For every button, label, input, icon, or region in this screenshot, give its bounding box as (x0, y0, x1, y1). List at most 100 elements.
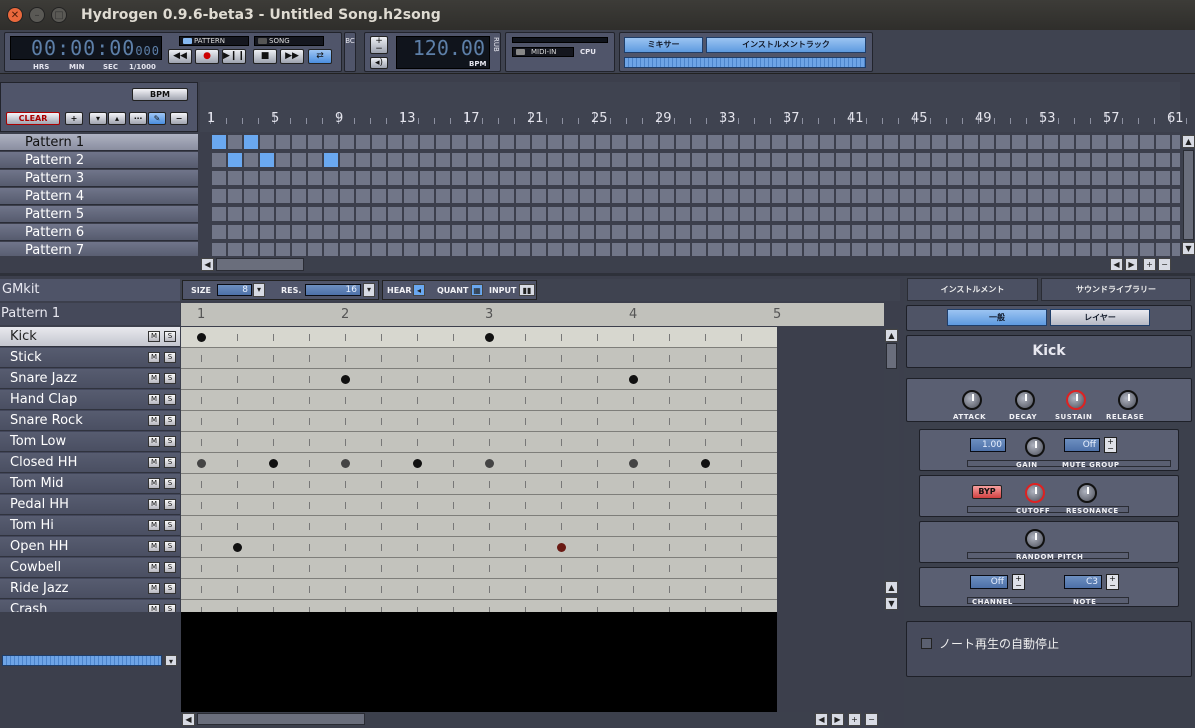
song-cell[interactable] (740, 171, 754, 185)
song-cell[interactable] (516, 207, 530, 221)
song-cell[interactable] (324, 171, 338, 185)
pattern-vscroll-thumb[interactable] (886, 343, 897, 369)
solo-button[interactable]: S (164, 436, 176, 447)
solo-button[interactable]: S (164, 478, 176, 489)
song-cell[interactable] (452, 135, 466, 149)
song-cell[interactable] (772, 207, 786, 221)
song-cell[interactable] (292, 171, 306, 185)
song-cell[interactable] (756, 189, 770, 203)
instrument-row[interactable]: Crash M S (0, 600, 180, 612)
note-property-dropdown-button[interactable]: ▾ (165, 655, 177, 666)
song-cell[interactable] (980, 153, 994, 167)
song-cell[interactable] (228, 153, 242, 167)
song-cell[interactable] (340, 189, 354, 203)
song-cell[interactable] (964, 207, 978, 221)
song-cell[interactable] (804, 153, 818, 167)
song-cell[interactable] (1108, 135, 1122, 149)
song-cell[interactable] (228, 135, 242, 149)
quant-toggle[interactable]: ▦ (471, 284, 483, 296)
song-cell[interactable] (1172, 207, 1180, 221)
song-cell[interactable] (516, 189, 530, 203)
song-cell[interactable] (1140, 135, 1154, 149)
song-zoom-in-button[interactable]: + (1143, 258, 1156, 271)
song-cell[interactable] (852, 153, 866, 167)
song-cell[interactable] (532, 189, 546, 203)
song-cell[interactable] (500, 243, 514, 256)
song-cell[interactable] (292, 225, 306, 239)
song-cell[interactable] (324, 135, 338, 149)
solo-button[interactable]: S (164, 562, 176, 573)
song-cell[interactable] (212, 225, 226, 239)
song-cell[interactable] (932, 207, 946, 221)
song-cell[interactable] (228, 243, 242, 256)
pattern-scroll-left-button[interactable]: ◀ (182, 713, 195, 726)
note-hit[interactable] (485, 459, 494, 468)
song-cell[interactable] (500, 135, 514, 149)
song-cell[interactable] (1060, 135, 1074, 149)
song-cell[interactable] (852, 225, 866, 239)
song-cell[interactable] (660, 153, 674, 167)
song-cell[interactable] (740, 225, 754, 239)
song-cell[interactable] (788, 243, 802, 256)
song-cell[interactable] (596, 189, 610, 203)
song-cell[interactable] (1124, 243, 1138, 256)
song-cell[interactable] (484, 225, 498, 239)
song-cell[interactable] (340, 153, 354, 167)
song-cell[interactable] (436, 135, 450, 149)
song-cell[interactable] (596, 135, 610, 149)
pattern-list-item[interactable]: Pattern 5 (0, 206, 198, 223)
instrument-row[interactable]: Snare Jazz M S (0, 369, 180, 389)
solo-button[interactable]: S (164, 499, 176, 510)
instrument-row[interactable]: Closed HH M S (0, 453, 180, 473)
mute-button[interactable]: M (148, 478, 160, 489)
song-cell[interactable] (692, 243, 706, 256)
song-scroll-down-button[interactable]: ▼ (1182, 242, 1195, 255)
song-cell[interactable] (644, 189, 658, 203)
res-dropdown-button[interactable]: ▾ (363, 283, 375, 297)
song-cell[interactable] (772, 153, 786, 167)
size-dropdown-button[interactable]: ▾ (253, 283, 265, 297)
song-cell[interactable] (1092, 207, 1106, 221)
song-cell[interactable] (708, 243, 722, 256)
song-cell[interactable] (308, 135, 322, 149)
pattern-list-item[interactable]: Pattern 3 (0, 170, 198, 187)
song-cell[interactable] (324, 153, 338, 167)
song-cell[interactable] (244, 243, 258, 256)
solo-button[interactable]: S (164, 604, 176, 612)
song-cell[interactable] (804, 243, 818, 256)
song-cell[interactable] (308, 207, 322, 221)
song-cell[interactable] (900, 189, 914, 203)
song-cell[interactable] (404, 189, 418, 203)
song-cell[interactable] (1172, 171, 1180, 185)
song-cell[interactable] (916, 225, 930, 239)
song-cell[interactable] (452, 153, 466, 167)
mute-button[interactable]: M (148, 331, 160, 342)
song-cell[interactable] (868, 153, 882, 167)
song-cell[interactable] (1092, 243, 1106, 256)
song-cell[interactable] (244, 153, 258, 167)
song-cell[interactable] (468, 189, 482, 203)
song-cell[interactable] (356, 225, 370, 239)
song-cell[interactable] (1028, 135, 1042, 149)
song-cell[interactable] (916, 171, 930, 185)
song-cell[interactable] (324, 243, 338, 256)
grid-row[interactable] (181, 348, 777, 369)
song-cell[interactable] (1012, 189, 1026, 203)
song-cell[interactable] (1044, 189, 1058, 203)
song-cell[interactable] (932, 171, 946, 185)
input-toggle[interactable]: ▮▮ (519, 284, 535, 296)
song-cell[interactable] (1012, 153, 1026, 167)
note-hit[interactable] (557, 543, 566, 552)
song-cell[interactable] (324, 189, 338, 203)
song-cell[interactable] (372, 225, 386, 239)
song-cell[interactable] (1044, 135, 1058, 149)
solo-button[interactable]: S (164, 352, 176, 363)
grid-row[interactable] (181, 537, 777, 558)
song-cell[interactable] (628, 135, 642, 149)
song-cell[interactable] (1124, 189, 1138, 203)
song-cell[interactable] (756, 225, 770, 239)
instrument-row[interactable]: Stick M S (0, 348, 180, 368)
song-cell[interactable] (308, 243, 322, 256)
instrument-row[interactable]: Tom Hi M S (0, 516, 180, 536)
song-cell[interactable] (868, 171, 882, 185)
